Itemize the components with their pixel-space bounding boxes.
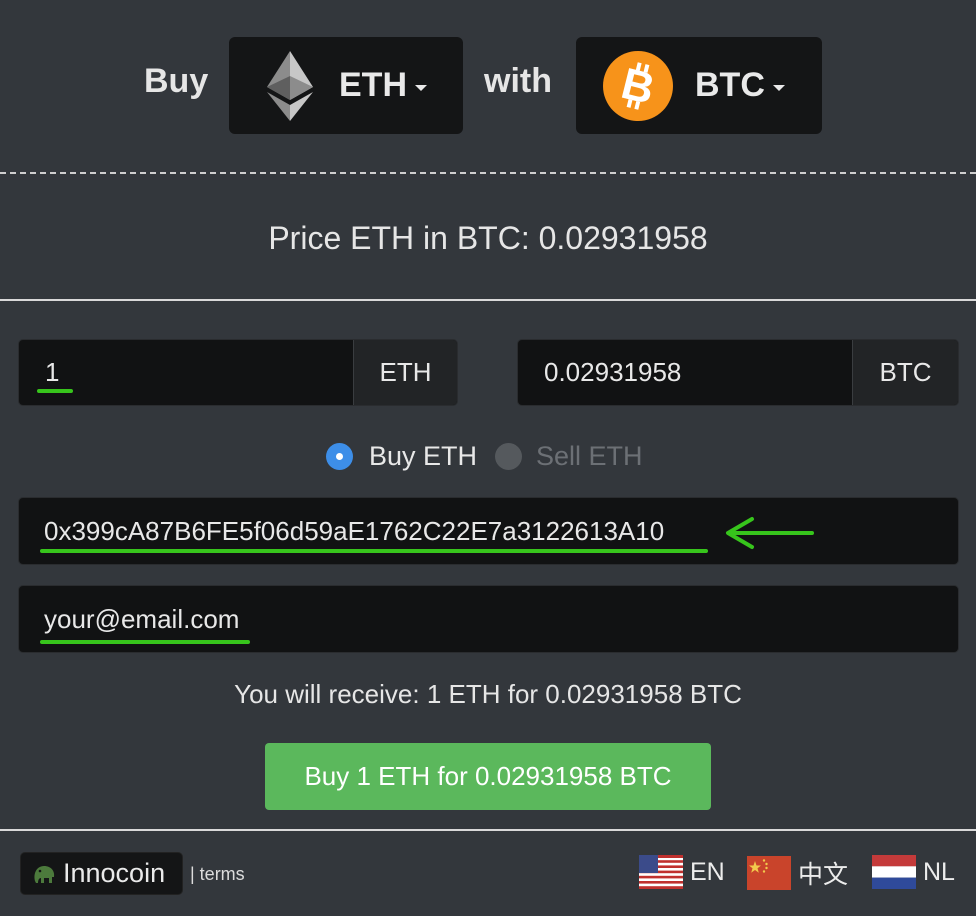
ethereum-icon bbox=[267, 50, 313, 121]
brand-name: Innocoin bbox=[63, 858, 166, 888]
buy-label: Buy bbox=[144, 62, 209, 100]
eth-unit-addon: ETH bbox=[353, 340, 457, 405]
language-nl[interactable]: NL bbox=[872, 855, 955, 889]
email-value: your@email.com bbox=[44, 603, 240, 634]
divider bbox=[0, 829, 976, 831]
language-en-label: EN bbox=[690, 857, 725, 886]
buy-currency-label: ETH bbox=[339, 66, 407, 104]
buy-radio-label[interactable]: Buy ETH bbox=[369, 441, 477, 472]
eth-amount-value: 1 bbox=[45, 357, 60, 387]
buy-button[interactable]: Buy 1 ETH for 0.02931958 BTC bbox=[265, 743, 711, 810]
terms-link[interactable]: | terms bbox=[190, 864, 245, 885]
price-display: Price ETH in BTC: 0.02931958 bbox=[268, 220, 708, 256]
buy-radio[interactable] bbox=[326, 443, 353, 470]
pay-currency-dropdown[interactable]: B BTC bbox=[576, 37, 822, 134]
netherlands-flag-icon bbox=[872, 855, 916, 889]
arrow-left-icon bbox=[726, 517, 814, 549]
divider bbox=[0, 299, 976, 301]
receive-summary: You will receive: 1 ETH for 0.02931958 B… bbox=[234, 679, 742, 709]
china-flag-icon bbox=[747, 856, 791, 890]
highlight-underline bbox=[37, 389, 73, 393]
highlight-underline bbox=[40, 640, 250, 644]
language-zh-label: 中文 bbox=[798, 861, 849, 889]
btc-amount-group: 0.02931958 BTC bbox=[517, 339, 959, 406]
btc-amount-input[interactable]: 0.02931958 bbox=[518, 340, 852, 405]
sell-radio[interactable] bbox=[495, 443, 522, 470]
btc-unit-addon: BTC bbox=[852, 340, 958, 405]
language-nl-label: NL bbox=[923, 857, 955, 886]
pay-currency-label: BTC bbox=[695, 66, 765, 104]
sell-radio-label[interactable]: Sell ETH bbox=[536, 441, 643, 472]
eth-amount-group: 1 ETH bbox=[18, 339, 458, 406]
eth-amount-input[interactable]: 1 bbox=[19, 340, 353, 405]
wallet-address-value: 0x399cA87B6FE5f06d59aE1762C22E7a3122613A… bbox=[44, 515, 665, 546]
dashed-divider bbox=[0, 172, 976, 174]
language-zh[interactable]: 中文 bbox=[747, 855, 848, 891]
bitcoin-icon: B bbox=[603, 50, 673, 121]
language-en[interactable]: EN bbox=[639, 855, 725, 889]
us-flag-icon bbox=[639, 855, 683, 889]
innocoin-brand[interactable]: Innocoin bbox=[20, 852, 183, 895]
with-label: with bbox=[484, 62, 552, 100]
btc-amount-value: 0.02931958 bbox=[544, 357, 682, 387]
elephant-icon bbox=[34, 865, 55, 883]
buy-currency-dropdown[interactable]: ETH bbox=[229, 37, 463, 134]
chevron-down-icon bbox=[415, 84, 427, 91]
chevron-down-icon bbox=[772, 84, 785, 91]
wallet-address-input[interactable]: 0x399cA87B6FE5f06d59aE1762C22E7a3122613A… bbox=[18, 497, 959, 565]
highlight-underline bbox=[40, 549, 708, 553]
